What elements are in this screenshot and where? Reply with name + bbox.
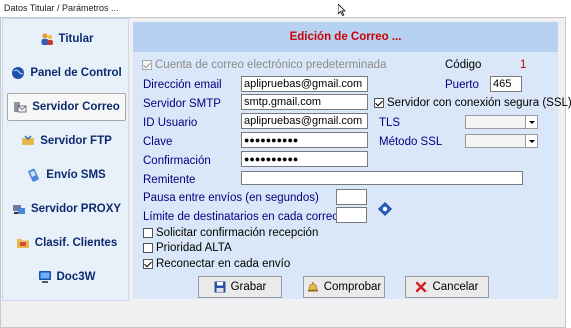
chevron-down-icon <box>525 116 537 128</box>
user-id-label: ID Usuario <box>143 117 198 129</box>
sidebar-item-label: Doc3W <box>56 271 96 283</box>
sidebar-item-label: Servidor FTP <box>40 135 112 147</box>
limite-label: Límite de destinatarios en cada correo <box>143 211 339 223</box>
globe-icon <box>12 67 25 79</box>
limite-field[interactable] <box>336 207 367 223</box>
checkbox-box <box>143 243 153 253</box>
users-icon <box>41 33 53 45</box>
sidebar-item-envio-sms[interactable]: Envío SMS <box>7 161 126 189</box>
puerto-field[interactable]: 465 <box>490 76 522 92</box>
floppy-disk-icon <box>214 281 226 293</box>
pausa-field[interactable] <box>336 189 367 205</box>
bell-icon <box>307 282 318 292</box>
cancel-button-label: Cancelar <box>432 281 479 293</box>
smtp-field[interactable]: smtp.gmail.com <box>241 94 368 110</box>
mail-server-icon <box>14 102 27 113</box>
default-account-checkbox[interactable]: Cuenta de correo electrónico predetermin… <box>142 59 386 71</box>
prioridad-alta-checkbox[interactable]: Prioridad ALTA <box>143 242 232 254</box>
password-field[interactable]: ●●●●●●●●●● <box>241 132 368 148</box>
sidebar-item-servidor-ftp[interactable]: Servidor FTP <box>7 127 126 155</box>
ssl-server-label: Servidor con conexión segura (SSL) <box>387 97 571 109</box>
save-button-label: Grabar <box>230 281 267 293</box>
puerto-label: Puerto <box>445 79 479 91</box>
sidebar-item-servidor-correo[interactable]: Servidor Correo <box>7 93 126 121</box>
info-diamond-icon[interactable] <box>378 202 392 216</box>
solicitar-confirmacion-checkbox[interactable]: Solicitar confirmación recepción <box>143 227 318 239</box>
sidebar-item-label: Servidor PROXY <box>30 203 122 215</box>
window-title: Datos Titular / Parámetros ... <box>4 3 119 13</box>
sidebar-item-servidor-proxy[interactable]: Servidor PROXY <box>7 195 126 223</box>
sidebar: Titular Panel de Control Servidor Correo… <box>2 18 129 301</box>
codigo-label: Código <box>445 59 482 71</box>
remitente-field[interactable] <box>241 171 523 185</box>
remitente-label: Remitente <box>143 174 196 186</box>
chevron-down-icon <box>525 135 537 147</box>
smtp-label: Servidor SMTP <box>143 98 221 110</box>
checkbox-box <box>143 259 153 269</box>
tls-label: TLS <box>379 117 401 129</box>
sidebar-item-label: Servidor Correo <box>32 101 120 113</box>
cancel-button[interactable]: Cancelar <box>405 276 489 298</box>
reconectar-label: Reconectar en cada envío <box>156 258 291 270</box>
panel-title: Edición de Correo ... <box>133 22 558 52</box>
email-label: Dirección email <box>143 79 222 91</box>
sidebar-item-label: Envío SMS <box>46 169 106 181</box>
mouse-cursor-icon <box>338 4 346 16</box>
sidebar-item-panel-de-control[interactable]: Panel de Control <box>7 59 126 87</box>
clave-label: Clave <box>143 136 173 148</box>
password-confirm-field[interactable]: ●●●●●●●●●● <box>241 151 368 167</box>
monitor-icon <box>38 271 51 283</box>
checkbox-box <box>142 60 152 70</box>
default-account-label: Cuenta de correo electrónico predetermin… <box>155 59 387 71</box>
title-bar: Datos Titular / Parámetros ... <box>0 0 571 17</box>
sidebar-item-titular[interactable]: Titular <box>7 25 126 53</box>
ssl-method-label: Método SSL <box>379 136 443 148</box>
solicitar-label: Solicitar confirmación recepción <box>156 227 319 239</box>
checkbox-box <box>143 228 153 238</box>
sms-icon <box>28 168 40 182</box>
sidebar-item-label: Panel de Control <box>30 67 122 79</box>
checkbox-box <box>374 98 384 108</box>
proxy-icon <box>12 205 25 214</box>
confirm-label: Confirmación <box>143 155 211 167</box>
codigo-value: 1 <box>520 59 527 71</box>
sidebar-item-clasif-clientes[interactable]: Clasif. Clientes <box>7 229 126 257</box>
save-button[interactable]: Grabar <box>198 276 282 298</box>
folder-icon <box>16 239 29 248</box>
sidebar-item-doc3w[interactable]: Doc3W <box>7 263 126 291</box>
close-icon <box>416 281 427 293</box>
pausa-label: Pausa entre envíos (en segundos) <box>143 192 319 204</box>
email-settings-panel: Edición de Correo ... Cuenta de correo e… <box>133 22 571 299</box>
ssl-method-select[interactable] <box>465 134 538 148</box>
prioridad-label: Prioridad ALTA <box>156 242 232 254</box>
ftp-icon <box>22 135 35 145</box>
ssl-server-checkbox[interactable]: Servidor con conexión segura (SSL) <box>374 97 571 109</box>
tls-select[interactable] <box>465 115 538 129</box>
sidebar-item-label: Clasif. Clientes <box>34 237 118 249</box>
sidebar-item-label: Titular <box>58 33 94 45</box>
email-field[interactable]: aplipruebas@gmail.com <box>241 76 368 92</box>
check-button-label: Comprobar <box>323 281 382 293</box>
reconectar-checkbox[interactable]: Reconectar en cada envío <box>143 258 290 270</box>
user-id-field[interactable]: aplipruebas@gmail.com <box>241 113 368 129</box>
check-button[interactable]: Comprobar <box>303 276 385 298</box>
